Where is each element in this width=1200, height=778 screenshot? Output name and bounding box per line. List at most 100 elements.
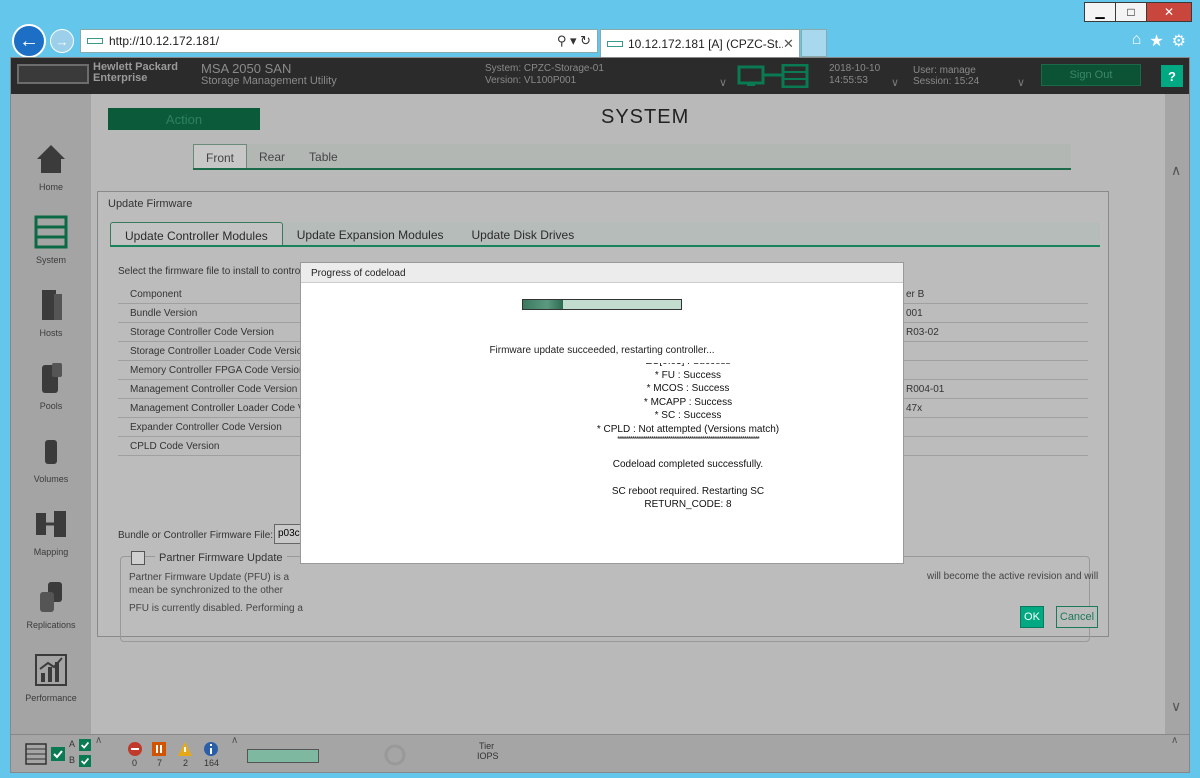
help-button[interactable]: ? [1161, 65, 1183, 87]
warning-count: 2 [183, 758, 189, 768]
ok-button[interactable]: OK [1020, 606, 1044, 628]
close-button[interactable]: ✕ [1146, 2, 1192, 22]
warning-icon[interactable] [177, 741, 193, 757]
page-title: SYSTEM [601, 106, 690, 128]
user-name: User: manage [913, 65, 976, 76]
performance-icon [35, 654, 67, 686]
codeload-log[interactable]: EC[0:03] : Success* FU : Success* MCOS :… [501, 363, 891, 521]
action-button[interactable]: Action [108, 108, 260, 130]
row-value: 47x [906, 403, 923, 414]
sidebar-item-replications[interactable]: Replications [11, 570, 91, 642]
system-name: System: CPZC-Storage-01 [485, 63, 604, 74]
user-info[interactable]: User: manage Session: 15:24 [913, 65, 979, 87]
critical-icon[interactable] [127, 741, 143, 757]
partner-firmware-checkbox[interactable] [131, 551, 145, 565]
pools-icon [42, 363, 62, 393]
log-line: SC reboot required. Restarting SC [611, 485, 765, 497]
log-line: RETURN_CODE: 8 [644, 499, 732, 510]
site-icon [87, 38, 103, 44]
chevron-up-icon[interactable]: ∧ [95, 735, 102, 746]
sidebar-item-hosts[interactable]: Hosts [11, 278, 91, 350]
tab-front[interactable]: Front [193, 144, 248, 168]
sidebar-item-pools[interactable]: Pools [11, 351, 91, 423]
tab-rear[interactable]: Rear [247, 144, 297, 168]
sidebar-item-label: Home [38, 182, 63, 192]
firmware-file-label: Bundle or Controller Firmware File: [118, 530, 274, 541]
system-icon [34, 215, 68, 249]
back-button[interactable]: ← [12, 24, 46, 58]
maximize-button[interactable]: □ [1115, 2, 1147, 22]
dialog-title: Update Firmware [108, 198, 193, 210]
chevron-down-icon[interactable]: ∨ [719, 76, 727, 89]
sign-out-button[interactable]: Sign Out [1041, 64, 1141, 86]
product-name: MSA 2050 SAN [201, 61, 292, 76]
tab-update-controller-modules[interactable]: Update Controller Modules [110, 222, 283, 245]
activity-progress-bar[interactable] [247, 749, 319, 763]
enclosure-icon[interactable] [25, 743, 47, 765]
row-label: Memory Controller FPGA Code Version [130, 365, 305, 376]
system-version: Version: VL100P001 [485, 75, 577, 86]
settings-gear-icon[interactable]: ⚙ [1172, 31, 1186, 51]
check-icon [79, 739, 91, 751]
row-value: er B [906, 289, 925, 300]
tab-update-expansion-modules[interactable]: Update Expansion Modules [283, 222, 458, 245]
log-line: * FU : Success [654, 369, 722, 381]
hosts-icon [42, 290, 62, 320]
sidebar-item-performance[interactable]: Performance [11, 643, 91, 715]
browser-tab[interactable]: 10.12.172.181 [A] (CPZC-St... ✕ [600, 29, 800, 57]
address-bar[interactable]: http://10.12.172.181/ ⚲ ▾ ↻ [80, 29, 598, 53]
progress-status: Firmware update succeeded, restarting co… [489, 345, 715, 356]
info-icon[interactable] [203, 741, 219, 757]
controller-status-icon[interactable] [737, 64, 809, 88]
chevron-down-icon[interactable]: ∨ [1017, 76, 1025, 89]
forward-button[interactable]: → [50, 29, 74, 53]
pfu-description: Partner Firmware Update (PFU) is a mean … [129, 572, 290, 596]
mapping-icon [36, 511, 66, 537]
row-value: 001 [906, 308, 923, 319]
check-icon [79, 755, 91, 767]
brand-name: Hewlett Packard Enterprise [93, 61, 178, 84]
sidebar-item-mapping[interactable]: Mapping [11, 497, 91, 569]
cancel-button[interactable]: Cancel [1056, 606, 1098, 628]
sidebar-item-volumes[interactable]: Volumes [11, 424, 91, 496]
sidebar-item-home[interactable]: Home [11, 132, 91, 204]
scrollbar[interactable]: ∧ ∨ [1165, 94, 1189, 734]
system-info[interactable]: System: CPZC-Storage-01 Version: VL100P0… [485, 63, 604, 87]
chevron-up-icon[interactable]: ∧ [231, 735, 238, 746]
sidebar-item-label: Mapping [33, 547, 69, 557]
row-label: Component [130, 289, 182, 300]
tab-close-icon[interactable]: ✕ [783, 36, 799, 52]
favorites-star-icon[interactable]: ★ [1149, 31, 1163, 51]
sidebar-item-system[interactable]: System [11, 205, 91, 277]
capacity-icon[interactable] [383, 743, 407, 767]
log-line: Codeload completed successfully. [612, 458, 764, 470]
chevron-up-icon[interactable]: ∧ [1171, 162, 1181, 179]
row-label: Management Controller Loader Code Ver [130, 403, 313, 414]
chevron-up-icon[interactable]: ∧ [1171, 735, 1178, 746]
row-label: CPLD Code Version [130, 441, 220, 452]
check-icon [51, 747, 65, 761]
home-icon[interactable]: ⌂ [1132, 31, 1142, 51]
firmware-file-input[interactable]: p03c0 [274, 524, 304, 544]
arrow-right-icon: → [55, 33, 69, 49]
new-tab-button[interactable] [801, 29, 827, 57]
address-tools-icon[interactable]: ⚲ ▾ ↻ [537, 33, 597, 49]
error-icon[interactable] [151, 741, 167, 757]
product-subtitle: Storage Management Utility [201, 75, 337, 87]
chevron-down-icon[interactable]: ∨ [1171, 698, 1181, 715]
tab-title: 10.12.172.181 [A] (CPZC-St... [628, 36, 783, 51]
status-bar: A B ∧ 0 7 2 164 ∧ Tier IOPS ∧ [11, 734, 1189, 772]
log-line: * MCOS : Success [646, 383, 730, 394]
tab-update-disk-drives[interactable]: Update Disk Drives [458, 222, 589, 245]
url-text[interactable]: http://10.12.172.181/ [109, 34, 537, 48]
codeload-progress-dialog: Progress of codeload Firmware update suc… [301, 263, 903, 563]
date-time[interactable]: 2018-10-10 14:55:53 [829, 63, 880, 87]
log-line: ****************************************… [617, 435, 760, 444]
row-label: Bundle Version [130, 308, 198, 319]
chevron-down-icon[interactable]: ∨ [891, 76, 899, 89]
dialog-title: Progress of codeload [301, 263, 903, 283]
tab-table[interactable]: Table [297, 144, 350, 168]
replications-icon [40, 582, 62, 612]
minimize-button[interactable]: ▁ [1084, 2, 1116, 22]
